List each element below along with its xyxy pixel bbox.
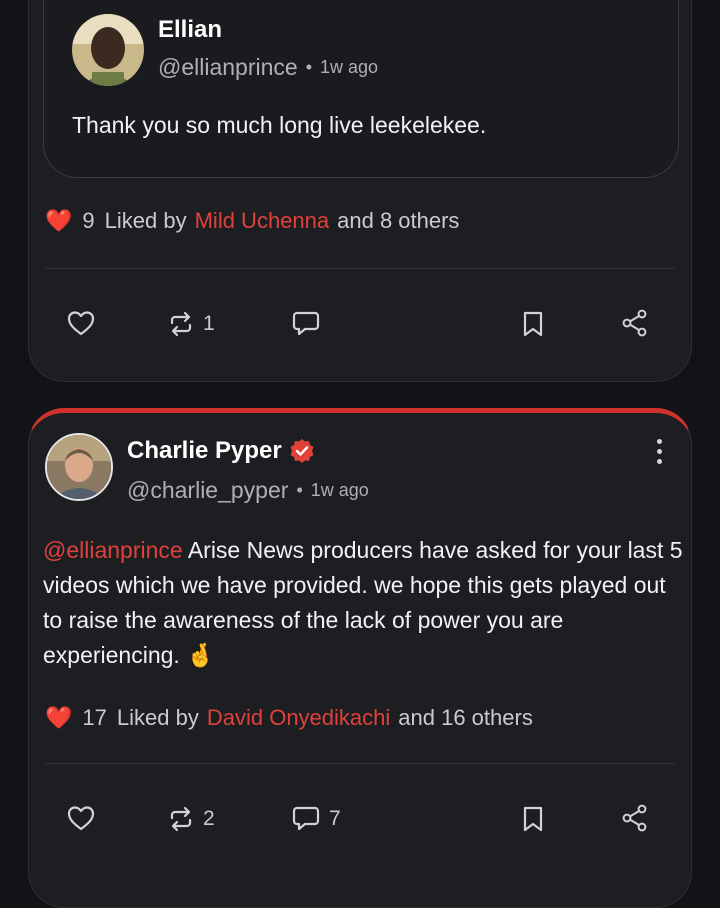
post-time: 1w ago <box>320 57 379 77</box>
bookmark-icon <box>523 806 543 832</box>
heart-filled-icon: ❤️ <box>45 208 73 233</box>
share-icon <box>622 804 647 832</box>
author-name[interactable]: Ellian <box>158 16 222 44</box>
comment-count: 7 <box>329 807 341 830</box>
avatar[interactable] <box>72 14 144 86</box>
avatar[interactable] <box>45 433 113 501</box>
share-button[interactable] <box>621 309 649 337</box>
divider <box>45 763 675 764</box>
like-count: 17 <box>82 705 107 730</box>
post-text: @ellianprince Arise News producers have … <box>43 533 683 673</box>
like-count: 9 <box>82 208 95 233</box>
post-card-2[interactable]: Charlie Pyper @charlie_pyper • 1w ago @e… <box>28 408 692 908</box>
like-button[interactable] <box>67 310 95 336</box>
quoted-post[interactable]: Ellian @ellianprince • 1w ago Thank you … <box>43 0 679 178</box>
liker-name[interactable]: David Onyedikachi <box>207 705 390 731</box>
like-button[interactable] <box>67 805 95 831</box>
liked-by-label: Liked by <box>104 208 187 233</box>
repost-icon <box>170 806 192 832</box>
share-button[interactable] <box>621 804 649 832</box>
repost-count: 2 <box>203 807 215 830</box>
liked-by-label: Liked by <box>116 705 199 730</box>
repost-count: 1 <box>203 312 215 335</box>
more-vert-icon <box>656 439 662 444</box>
heart-filled-icon: ❤️ <box>45 705 73 730</box>
post-card-1[interactable]: Ellian @ellianprince • 1w ago Thank you … <box>28 0 692 382</box>
liked-by-others[interactable]: and 16 others <box>398 705 533 731</box>
liker-name[interactable]: Mild Uchenna <box>195 208 330 234</box>
heart-icon <box>67 311 95 336</box>
verified-badge-icon <box>290 439 314 463</box>
more-options-button[interactable] <box>655 439 663 464</box>
separator-dot: • <box>305 57 313 77</box>
bookmark-button[interactable] <box>521 310 545 338</box>
repost-button[interactable]: 2 <box>167 805 215 833</box>
heart-icon <box>67 806 95 831</box>
post-text: Thank you so much long live leekelekee. <box>72 112 487 138</box>
repost-button[interactable]: 1 <box>167 310 215 338</box>
author-handle[interactable]: @charlie_pyper <box>127 477 288 504</box>
bookmark-button[interactable] <box>521 805 545 833</box>
likes-row[interactable]: ❤️ 9 Liked by Mild Uchenna and 8 others <box>45 208 459 234</box>
avatar-ellian-image <box>72 14 144 86</box>
author-name[interactable]: Charlie Pyper <box>127 437 282 465</box>
comment-icon <box>292 806 320 831</box>
liked-by-others[interactable]: and 8 others <box>337 208 459 234</box>
repost-icon <box>170 311 192 337</box>
bookmark-icon <box>523 311 543 337</box>
author-handle[interactable]: @ellianprince <box>158 54 298 81</box>
share-icon <box>622 309 647 337</box>
comment-button[interactable] <box>291 310 321 338</box>
comment-button[interactable]: 7 <box>291 805 341 833</box>
divider <box>45 268 675 269</box>
post-time: 1w ago <box>310 480 369 500</box>
likes-row[interactable]: ❤️ 17 Liked by David Onyedikachi and 16 … <box>45 705 533 731</box>
mention-link[interactable]: @ellianprince <box>43 537 183 563</box>
separator-dot: • <box>296 480 303 500</box>
comment-icon <box>292 311 320 336</box>
avatar-charlie-image <box>47 435 111 499</box>
